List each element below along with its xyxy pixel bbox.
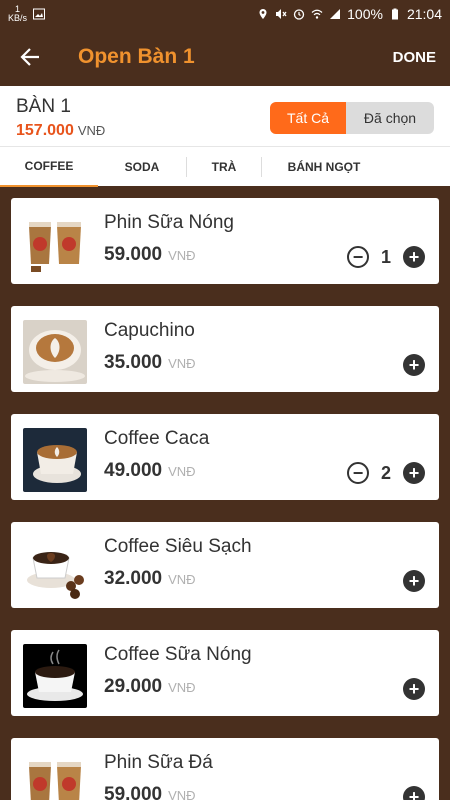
- back-button[interactable]: [0, 28, 60, 86]
- increase-button[interactable]: +: [403, 570, 425, 592]
- quantity-stepper: +: [403, 354, 425, 376]
- product-name: Phin Sữa Đá: [104, 752, 213, 773]
- product-image: [23, 212, 87, 276]
- minus-circle-icon: −: [352, 463, 364, 483]
- product-card[interactable]: Phin Sữa Nóng 59.000 VNĐ − 1 +: [11, 198, 439, 284]
- filter-toggle: Tất Cả Đã chọn: [270, 102, 434, 134]
- mute-icon: [276, 9, 287, 19]
- arrow-left-icon: [20, 48, 39, 66]
- product-name: Coffee Sữa Nóng: [104, 644, 252, 665]
- product-image: [23, 644, 87, 708]
- quantity-stepper: +: [403, 570, 425, 592]
- product-card[interactable]: Coffee Siêu Sạch 32.000 VNĐ +: [11, 522, 439, 608]
- quantity-stepper: − 2 +: [347, 462, 425, 484]
- decrease-button[interactable]: −: [347, 462, 369, 484]
- table-summary: BÀN 1 157.000 VNĐ Tất Cả Đã chọn: [0, 86, 450, 146]
- product-price: 29.000 VNĐ: [104, 676, 196, 698]
- plus-circle-icon: +: [408, 247, 420, 267]
- product-card[interactable]: Coffee Caca 49.000 VNĐ − 2 +: [11, 414, 439, 500]
- status-bar: 1 KB/s 100% 21:04: [0, 0, 450, 28]
- quantity-value: 1: [380, 246, 391, 267]
- product-list: Phin Sữa Nóng 59.000 VNĐ − 1 + Capuchino …: [0, 186, 450, 800]
- increase-button[interactable]: +: [403, 678, 425, 700]
- category-tabs: COFFEE SODA TRÀ BÁNH NGỌT: [0, 146, 450, 187]
- network-speed: 1 KB/s: [8, 5, 27, 23]
- plus-circle-icon: +: [408, 355, 420, 375]
- total-amount: 157.000: [16, 122, 74, 139]
- price-value: 59.000: [104, 784, 163, 800]
- tab-soda[interactable]: SODA: [98, 147, 186, 187]
- price-currency: VNĐ: [168, 464, 196, 479]
- quantity-stepper: +: [403, 678, 425, 700]
- product-price: 59.000 VNĐ: [104, 244, 196, 266]
- plus-circle-icon: +: [408, 787, 420, 800]
- page-title: Open Bàn 1: [78, 45, 195, 68]
- signal-icon: [330, 9, 341, 19]
- plus-circle-icon: +: [408, 679, 420, 699]
- increase-button[interactable]: +: [403, 462, 425, 484]
- product-image: [23, 428, 87, 492]
- quantity-value: 2: [380, 462, 391, 483]
- total-currency: VNĐ: [77, 123, 106, 138]
- price-value: 29.000: [104, 676, 163, 697]
- table-total: 157.000 VNĐ: [16, 122, 105, 140]
- minus-circle-icon: −: [352, 247, 364, 267]
- price-currency: VNĐ: [168, 248, 196, 263]
- decrease-button[interactable]: −: [347, 246, 369, 268]
- product-image: [23, 752, 87, 800]
- product-price: 59.000 VNĐ: [104, 784, 196, 800]
- product-price: 35.000 VNĐ: [104, 352, 196, 374]
- price-currency: VNĐ: [168, 572, 196, 587]
- tab-tra[interactable]: TRÀ: [187, 147, 261, 187]
- price-currency: VNĐ: [168, 356, 196, 371]
- price-value: 59.000: [104, 244, 163, 265]
- product-card[interactable]: Capuchino 35.000 VNĐ +: [11, 306, 439, 392]
- product-image: [23, 536, 87, 600]
- done-button[interactable]: DONE: [393, 49, 436, 66]
- location-icon: [259, 9, 267, 19]
- product-name: Coffee Caca: [104, 428, 210, 449]
- product-name: Capuchino: [104, 320, 195, 341]
- price-value: 49.000: [104, 460, 163, 481]
- product-name: Coffee Siêu Sạch: [104, 536, 252, 557]
- quantity-stepper: +: [403, 786, 425, 800]
- battery-icon: [391, 8, 398, 20]
- price-currency: VNĐ: [168, 788, 196, 800]
- battery-level: 100%: [347, 6, 383, 22]
- price-value: 32.000: [104, 568, 163, 589]
- product-image: [23, 320, 87, 384]
- plus-circle-icon: +: [408, 463, 420, 483]
- tab-banh-ngot[interactable]: BÁNH NGỌT: [262, 147, 386, 187]
- alarm-icon: [293, 9, 305, 20]
- increase-button[interactable]: +: [403, 354, 425, 376]
- quantity-stepper: − 1 +: [347, 246, 425, 268]
- price-value: 35.000: [104, 352, 163, 373]
- clock: 21:04: [406, 6, 442, 22]
- filter-all-button[interactable]: Tất Cả: [270, 102, 346, 134]
- filter-selected-button[interactable]: Đã chọn: [346, 102, 434, 134]
- product-price: 32.000 VNĐ: [104, 568, 196, 590]
- wifi-icon: [311, 9, 323, 19]
- app-bar: Open Bàn 1 DONE: [0, 28, 450, 86]
- product-price: 49.000 VNĐ: [104, 460, 196, 482]
- increase-button[interactable]: +: [403, 246, 425, 268]
- product-card[interactable]: Coffee Sữa Nóng 29.000 VNĐ +: [11, 630, 439, 716]
- table-name: BÀN 1: [16, 96, 71, 117]
- tab-coffee[interactable]: COFFEE: [0, 147, 98, 187]
- product-name: Phin Sữa Nóng: [104, 212, 234, 233]
- plus-circle-icon: +: [408, 571, 420, 591]
- product-card[interactable]: Phin Sữa Đá 59.000 VNĐ +: [11, 738, 439, 800]
- price-currency: VNĐ: [168, 680, 196, 695]
- increase-button[interactable]: +: [403, 786, 425, 800]
- image-icon: [33, 8, 46, 20]
- speed-unit: KB/s: [8, 13, 28, 23]
